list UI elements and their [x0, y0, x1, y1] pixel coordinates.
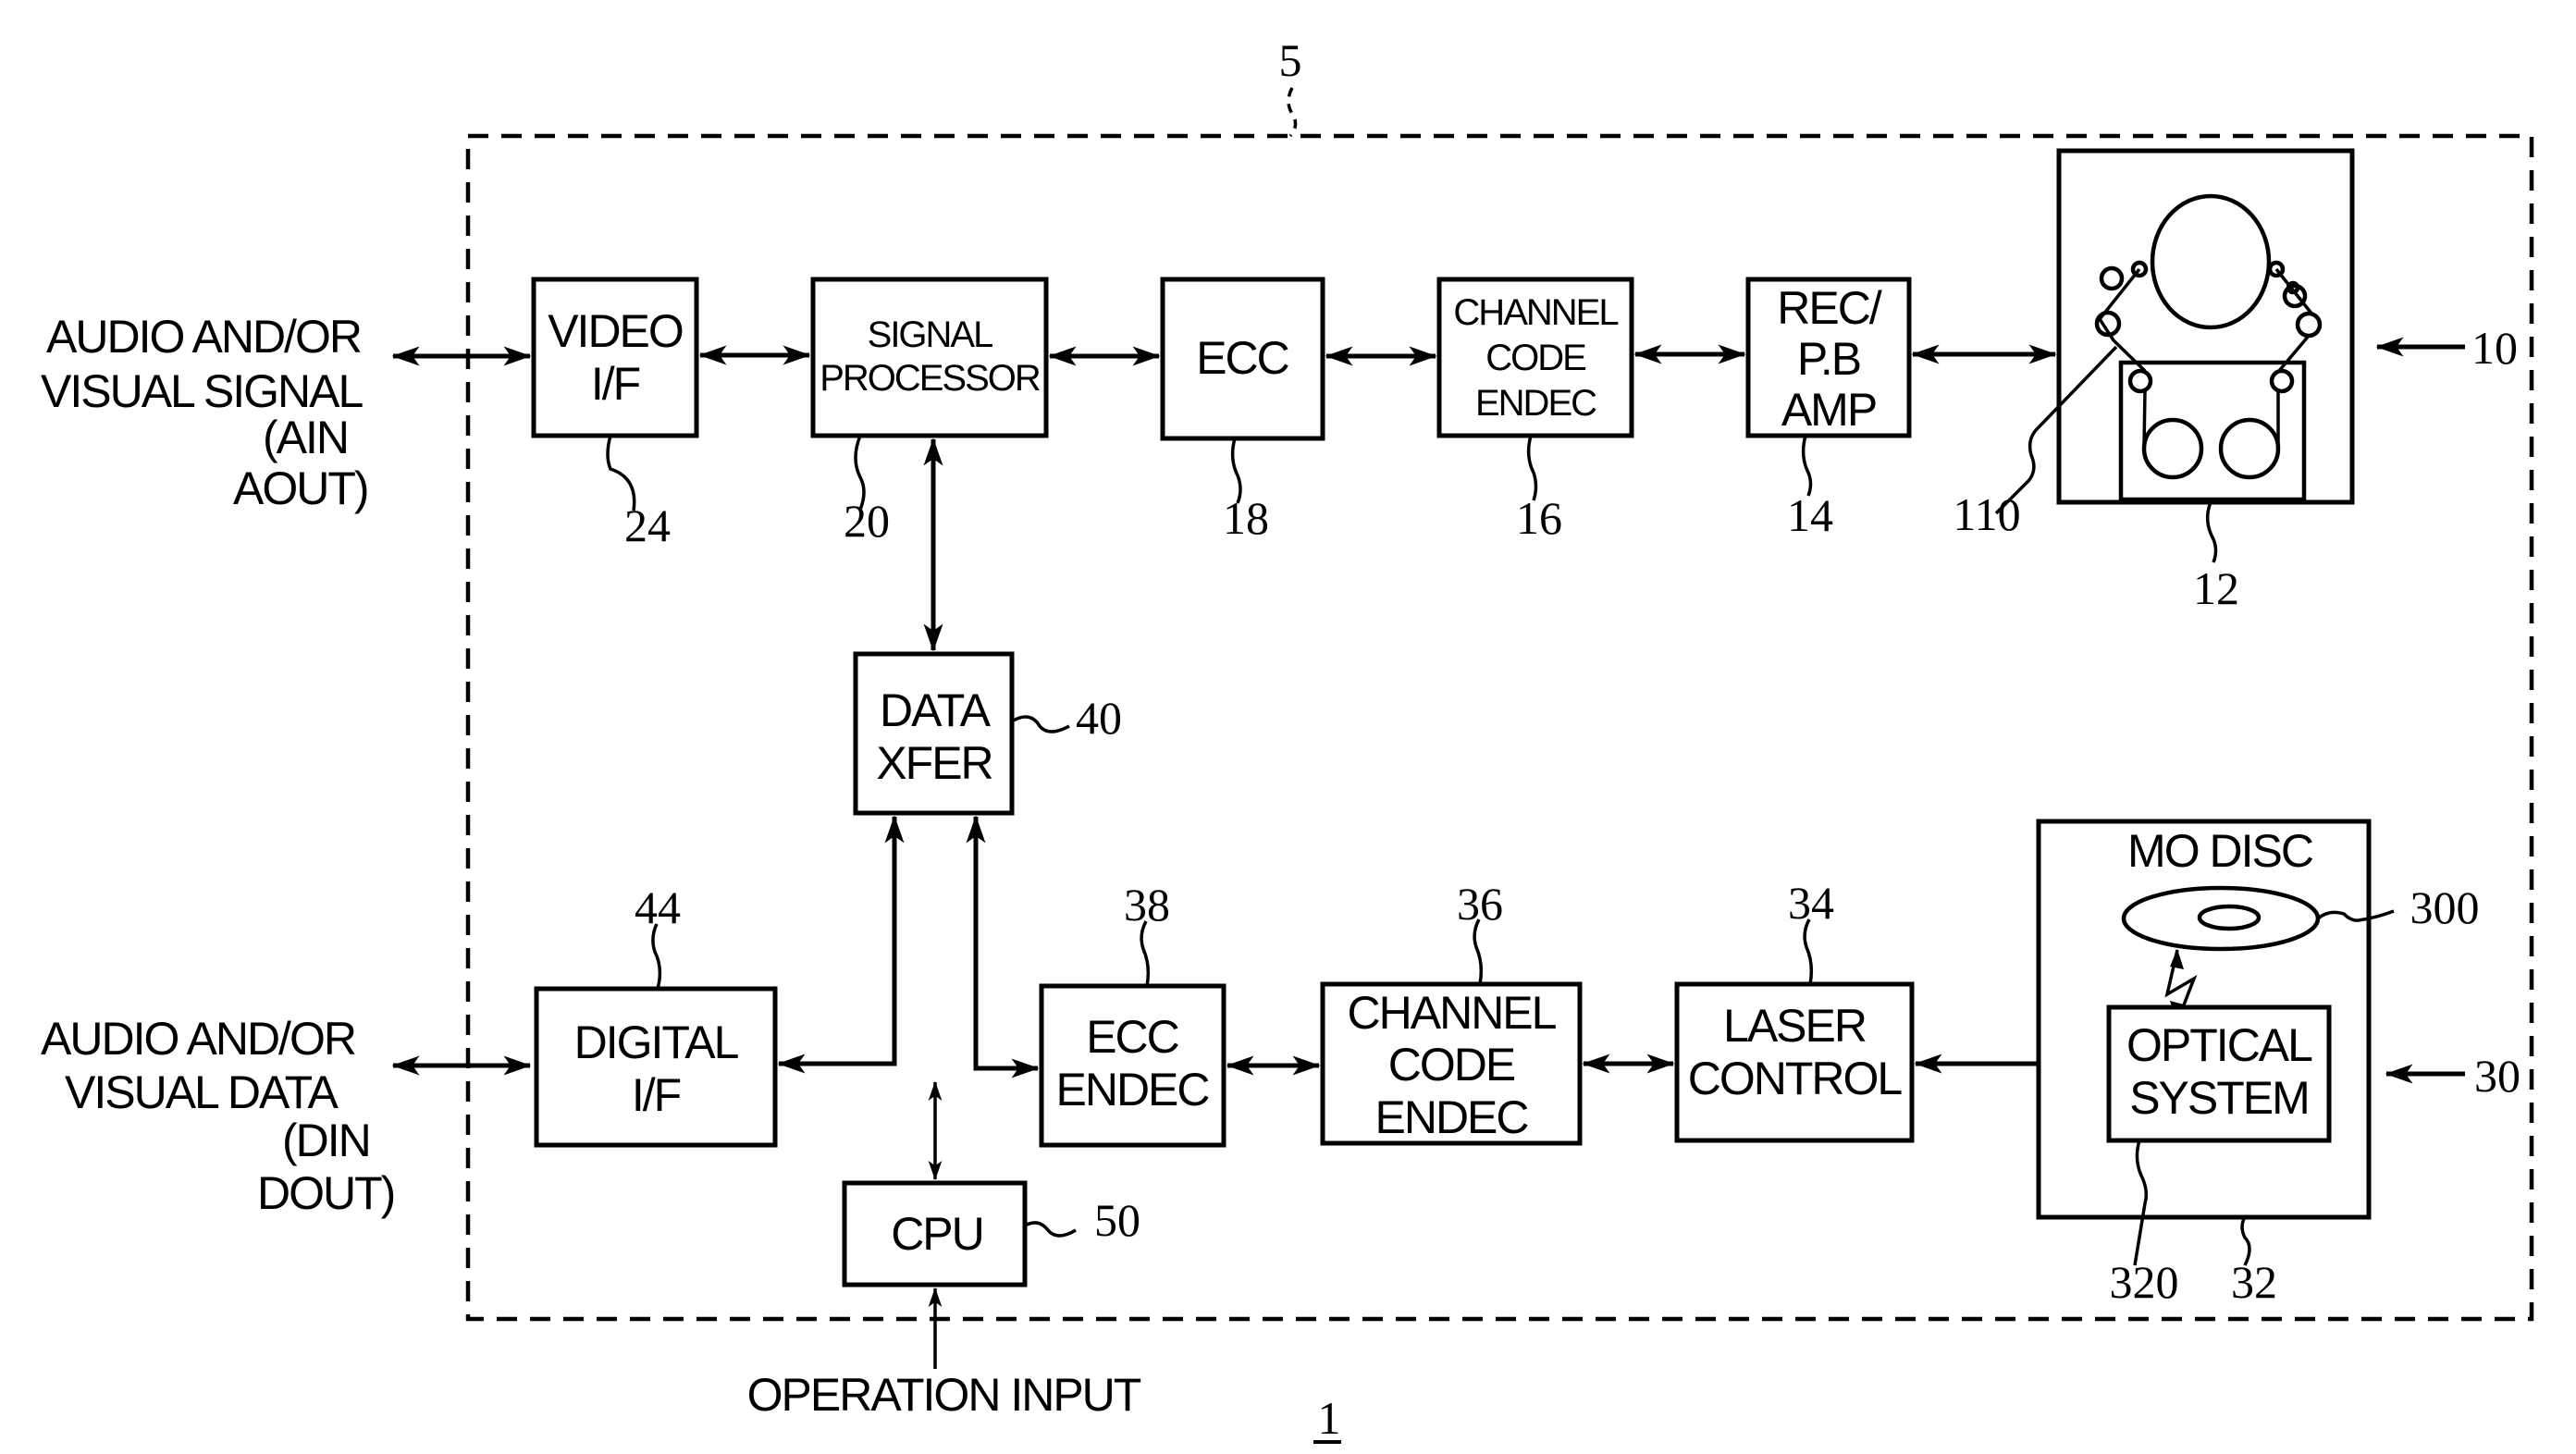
signal-processor-label-1: SIGNAL	[868, 314, 992, 355]
ecc-block[interactable]: ECC	[1160, 277, 1325, 441]
channel-code-endec-top-block[interactable]: CHANNEL CODE ENDEC	[1436, 277, 1634, 438]
laser-control-leader	[1803, 918, 1814, 985]
rec-pb-amp-label-3: AMP	[1781, 384, 1876, 436]
video-if-label-2: I/F	[591, 358, 640, 410]
channel-code-top-label-1: CHANNEL	[1453, 292, 1618, 333]
cpu-leader	[1024, 1221, 1077, 1238]
video-if-block[interactable]: VIDEO I/F	[531, 277, 699, 438]
channel-code-bottom-ref: 36	[1457, 878, 1503, 930]
data-xfer-ref: 40	[1076, 692, 1122, 744]
laser-control-ref: 34	[1788, 877, 1834, 929]
ecc-label: ECC	[1196, 332, 1288, 384]
mo-disc-unit-block[interactable]: MO DISC OPTICAL SYSTEM	[2036, 819, 2372, 1220]
system-ref-leader	[1287, 87, 1298, 138]
digital-if-label-2: I/F	[632, 1069, 681, 1121]
video-if-ref: 24	[624, 499, 671, 551]
tape-unit-ref: 10	[2471, 322, 2518, 374]
signal-label-line2: VISUAL SIGNAL	[41, 365, 363, 417]
channel-code-top-label-2: CODE	[1485, 338, 1585, 378]
ecc-endec-label-1: ECC	[1086, 1011, 1178, 1063]
laser-control-label-2: CONTROL	[1688, 1053, 1903, 1104]
mo-disc-ref: 300	[2410, 881, 2480, 933]
cpu-label: CPU	[891, 1208, 983, 1260]
data-xfer-block[interactable]: DATA XFER	[853, 651, 1015, 816]
laser-control-block[interactable]: LASER CONTROL	[1674, 981, 1915, 1143]
signal-processor-ref: 20	[844, 495, 890, 547]
external-data-label: AUDIO AND/OR VISUAL DATA (DIN DOUT)	[41, 1013, 396, 1219]
digital-if-label-1: DIGITAL	[574, 1017, 739, 1068]
head-ref: 110	[1953, 488, 2020, 540]
data-label-line1: AUDIO AND/OR	[41, 1013, 355, 1065]
signal-label-line4: AOUT)	[233, 462, 368, 514]
data-xfer-to-ecc-endec-arrow	[966, 815, 1040, 1078]
channel-code-top-leader	[1526, 435, 1538, 501]
channel-code-endec-bottom-block[interactable]: CHANNEL CODE ENDEC	[1320, 981, 1583, 1146]
data-xfer-to-digital-if-arrow	[777, 815, 905, 1074]
ecc-endec-block[interactable]: ECC ENDEC	[1039, 983, 1226, 1148]
digital-if-leader	[651, 923, 662, 990]
digital-if-ref: 44	[635, 881, 681, 933]
rec-pb-amp-label-1: REC/	[1777, 282, 1882, 334]
data-label-line2: VISUAL DATA	[65, 1066, 339, 1118]
external-signal-label: AUDIO AND/OR VISUAL SIGNAL (AIN AOUT)	[41, 311, 370, 514]
rec-pb-amp-block[interactable]: REC/ P.B AMP	[1745, 277, 1912, 438]
rec-pb-amp-label-2: P.B	[1797, 333, 1860, 385]
optical-system-label-2: SYSTEM	[2129, 1072, 2309, 1124]
figure-number: 1	[1318, 1392, 1341, 1444]
signal-label-line1: AUDIO AND/OR	[46, 311, 361, 363]
optical-system-label-1: OPTICAL	[2126, 1019, 2312, 1071]
mo-unit-ref: 32	[2231, 1256, 2277, 1308]
data-xfer-label-1: DATA	[880, 684, 992, 736]
mo-unit-ref-30: 30	[2474, 1050, 2521, 1102]
cpu-block[interactable]: CPU	[842, 1180, 1028, 1288]
tape-deck-block[interactable]	[2056, 148, 2355, 505]
ecc-endec-ref: 38	[1124, 879, 1170, 930]
channel-code-top-ref: 16	[1516, 492, 1562, 544]
tape-deck-ref: 12	[2193, 562, 2239, 614]
signal-label-line3: (AIN	[263, 412, 348, 463]
data-xfer-leader	[1011, 715, 1070, 733]
data-xfer-label-2: XFER	[876, 737, 992, 789]
mo-disc-title: MO DISC	[2127, 825, 2313, 877]
system-ref-label: 5	[1279, 34, 1302, 86]
video-if-label-1: VIDEO	[548, 305, 683, 357]
rec-pb-amp-ref: 14	[1787, 489, 1833, 541]
tape-deck-leader	[2205, 501, 2218, 563]
optical-system-ref: 320	[2110, 1256, 2179, 1308]
data-label-line3: (DIN	[282, 1115, 370, 1166]
signal-processor-label-2: PROCESSOR	[820, 358, 1041, 399]
ecc-ref: 18	[1223, 492, 1269, 544]
channel-code-bottom-label-1: CHANNEL	[1348, 987, 1557, 1039]
channel-code-bottom-label-2: CODE	[1388, 1039, 1515, 1090]
ecc-endec-label-2: ENDEC	[1055, 1064, 1209, 1115]
cpu-ref: 50	[1094, 1194, 1140, 1246]
operation-input-label: OPERATION INPUT	[747, 1369, 1141, 1421]
block-diagram: 5 AUDIO AND/OR VISUAL SIGNAL (AIN AOUT) …	[41, 34, 2534, 1444]
signal-processor-block[interactable]: SIGNAL PROCESSOR	[810, 277, 1049, 438]
laser-control-label-1: LASER	[1723, 1000, 1866, 1052]
data-label-line4: DOUT)	[257, 1167, 394, 1219]
channel-code-top-label-3: ENDEC	[1475, 383, 1596, 424]
digital-if-block[interactable]: DIGITAL I/F	[534, 986, 778, 1148]
ecc-endec-leader	[1140, 920, 1151, 987]
rec-pb-amp-leader	[1801, 435, 1813, 497]
channel-code-bottom-label-3: ENDEC	[1374, 1091, 1528, 1143]
